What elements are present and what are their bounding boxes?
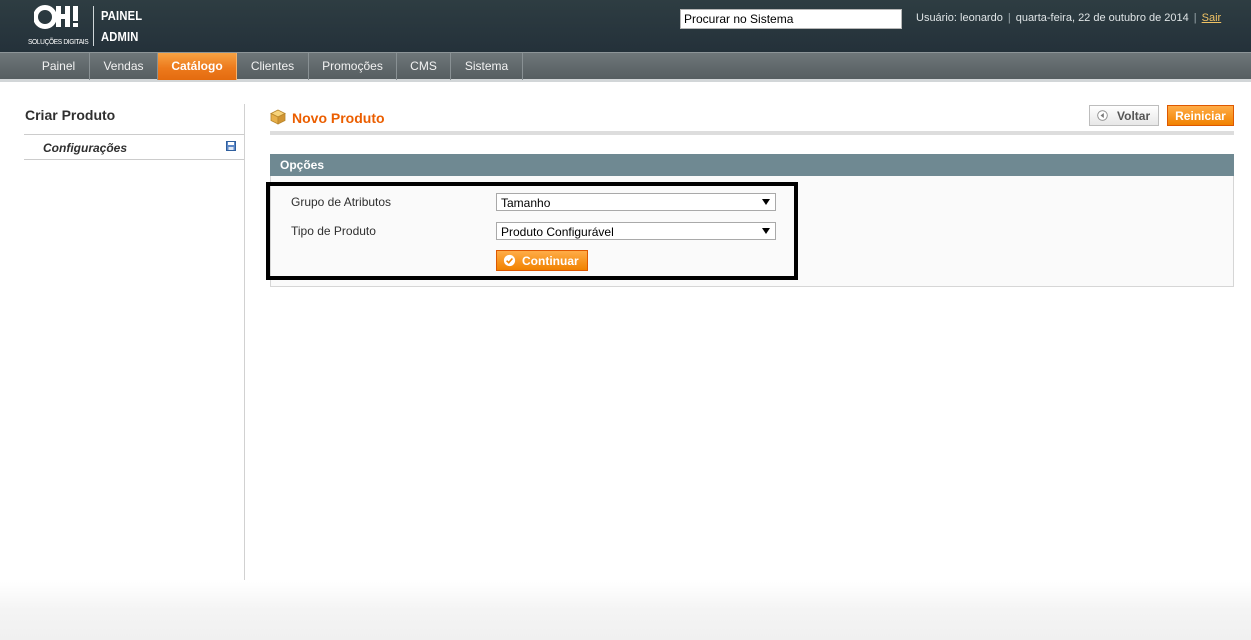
logo-subtitle: SOLUÇÕES DIGITAIS (28, 37, 89, 46)
product-type-select[interactable]: Produto Configurável (496, 222, 776, 240)
product-type-value: Produto Configurável (501, 225, 614, 239)
back-arrow-icon (1097, 110, 1108, 121)
reset-button[interactable]: Reiniciar (1167, 105, 1234, 126)
page-header: Novo Produto Voltar Reiniciar (270, 104, 1234, 135)
chevron-down-icon (762, 228, 770, 234)
nav-item-cms[interactable]: CMS (397, 53, 451, 80)
product-type-label: Tipo de Produto (291, 224, 376, 238)
back-button-label: Voltar (1117, 109, 1151, 123)
attribute-set-label: Grupo de Atributos (291, 195, 392, 209)
nav-item-clientes[interactable]: Clientes (237, 53, 309, 80)
nav-item-painel[interactable]: Painel (28, 53, 90, 80)
main-nav: Painel Vendas Catálogo Clientes Promoçõe… (0, 52, 1251, 82)
back-button[interactable]: Voltar (1089, 105, 1159, 126)
logout-link[interactable]: Sair (1202, 12, 1222, 24)
date-label: quarta-feira, 22 de outubro de 2014 (1015, 12, 1189, 24)
nav-item-catalogo[interactable]: Catálogo (158, 53, 237, 80)
chevron-down-icon (762, 199, 770, 205)
save-icon (226, 141, 236, 151)
panel-title: PAINEL ADMIN (101, 5, 142, 47)
nav-item-sistema[interactable]: Sistema (451, 53, 523, 80)
product-box-icon (270, 109, 286, 125)
continue-button-label: Continuar (522, 254, 579, 268)
user-info: Usuário: leonardo | quarta-feira, 22 de ou… (916, 12, 1221, 24)
global-search-input[interactable] (680, 9, 902, 29)
separator: | (1007, 12, 1011, 24)
sidebar-title: Criar Produto (25, 107, 116, 123)
panel-title-line2: ADMIN (101, 29, 139, 44)
oh-logo-icon (34, 5, 78, 29)
continue-button[interactable]: Continuar (496, 250, 588, 271)
attribute-set-value: Tamanho (501, 196, 551, 210)
user-label: Usuário: leonardo (916, 12, 1003, 24)
sidebar-item-configuracoes[interactable]: Configurações (24, 134, 244, 160)
page-title: Novo Produto (292, 110, 385, 126)
admin-header: SOLUÇÕES DIGITAIS PAINEL ADMIN Usuário: … (0, 0, 1251, 52)
attribute-set-select[interactable]: Tamanho (496, 193, 776, 211)
fieldset-header: Opções (270, 154, 1234, 176)
logo[interactable]: SOLUÇÕES DIGITAIS (28, 4, 90, 48)
separator: | (1193, 12, 1197, 24)
sidebar-item-label: Configurações (43, 141, 128, 155)
panel-title-line1: PAINEL (101, 8, 143, 23)
nav-item-vendas[interactable]: Vendas (90, 53, 158, 80)
sidebar: Criar Produto Configurações (24, 104, 245, 580)
logo-divider (93, 6, 94, 46)
check-circle-icon (503, 254, 516, 267)
nav-item-promocoes[interactable]: Promoções (309, 53, 397, 80)
